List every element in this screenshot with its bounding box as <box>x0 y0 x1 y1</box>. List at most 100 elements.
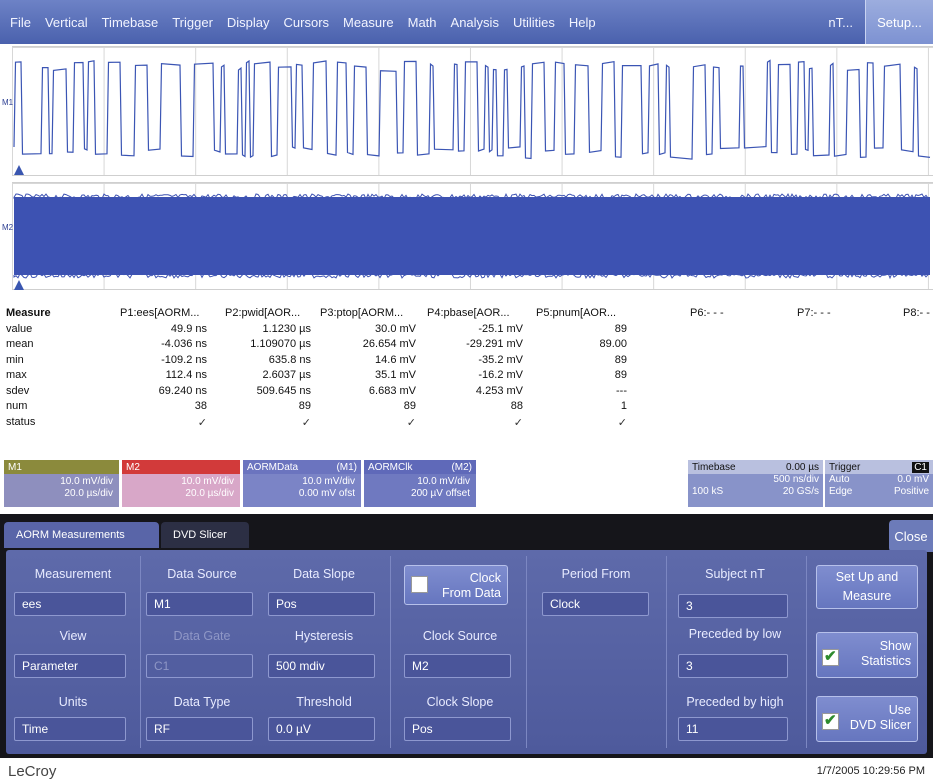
clock-source-label: Clock Source <box>422 629 498 643</box>
preceded-low-label: Preceded by low <box>688 627 782 641</box>
trigger-channel: C1 <box>912 461 929 473</box>
setup-measure-line2: Measure <box>842 589 892 603</box>
use-dvd-slicer-checkbox[interactable] <box>822 711 839 730</box>
preceded-low-field[interactable]: 3 <box>678 654 788 678</box>
data-type-field[interactable]: RF <box>146 717 253 741</box>
measure-cell: -29.291 mV <box>466 338 523 350</box>
descriptor-aorm-clk[interactable]: AORMClk (M2) 10.0 mV/div 200 µV offset <box>364 460 476 507</box>
param-p8-header[interactable]: P8:- - <box>903 307 930 319</box>
menu-timebase[interactable]: Timebase <box>95 15 166 30</box>
setup-and-measure-button[interactable]: Set Up and Measure <box>816 565 918 609</box>
measure-cell: 30.0 mV <box>375 322 416 335</box>
clock-from-data-line2: From Data <box>441 586 501 600</box>
clock-from-data-button[interactable]: Clock From Data <box>404 565 508 605</box>
setup-button[interactable]: Setup... <box>865 0 933 44</box>
tab-aorm-measurements[interactable]: AORM Measurements <box>4 522 159 548</box>
use-dvd-slicer-text: Use DVD Slicer <box>850 703 911 733</box>
clock-slope-label: Clock Slope <box>426 695 494 709</box>
view-field[interactable]: Parameter <box>14 654 126 678</box>
use-dvd-slicer-button[interactable]: Use DVD Slicer <box>816 696 918 742</box>
hysteresis-field[interactable]: 500 mdiv <box>268 654 375 678</box>
clock-source-field[interactable]: M2 <box>404 654 511 678</box>
descriptor-aorm-data[interactable]: AORMData (M1) 10.0 mV/div 0.00 mV ofst <box>243 460 361 507</box>
param-p3-header[interactable]: P3:ptop[AORM... <box>320 307 403 319</box>
measure-cell: 35.1 mV <box>375 369 416 381</box>
data-gate-field: C1 <box>146 654 253 678</box>
trigger-position-marker[interactable] <box>14 165 24 175</box>
descriptor-aorm-data-name: AORMData <box>247 461 299 473</box>
setup-measure-line1: Set Up and <box>835 570 899 584</box>
menu-trigger[interactable]: Trigger <box>165 15 220 30</box>
menu-analysis[interactable]: Analysis <box>444 15 506 30</box>
descriptor-m1-scale: 10.0 mV/div <box>60 476 113 487</box>
descriptor-aorm-clk-header: AORMClk (M2) <box>364 460 476 474</box>
trigger-row-mode: Auto 0.0 mV <box>825 474 933 486</box>
measure-cell: 1.109070 µs <box>250 338 311 350</box>
view-label: View <box>59 629 87 643</box>
menu-utilities[interactable]: Utilities <box>506 15 562 30</box>
param-p4-header[interactable]: P4:pbase[AOR... <box>427 307 510 319</box>
data-source-field[interactable]: M1 <box>146 592 253 616</box>
param-p5-header[interactable]: P5:pnum[AOR... <box>536 307 616 319</box>
period-from-field[interactable]: Clock <box>542 592 649 616</box>
descriptor-m1-time: 20.0 µs/div <box>64 488 113 499</box>
timebase-descriptor[interactable]: Timebase 0.00 µs 500 ns/div 100 kS 20 GS… <box>688 460 823 507</box>
measure-row-label: status <box>6 415 36 428</box>
tab-dvd-slicer[interactable]: DVD Slicer <box>161 522 249 548</box>
threshold-field[interactable]: 0.0 µV <box>268 717 375 741</box>
trigger-row-type: Edge Positive <box>825 486 933 498</box>
waveform-grid-clock[interactable] <box>12 182 933 290</box>
measure-cell: 6.683 mV <box>368 384 416 397</box>
param-p1-header[interactable]: P1:ees[AORM... <box>120 307 199 319</box>
show-statistics-button[interactable]: Show Statistics <box>816 632 918 678</box>
timebase-samples: 100 kS <box>692 486 724 497</box>
trigger-type: Edge <box>829 486 853 497</box>
clock-from-data-text: Clock From Data <box>442 571 501 601</box>
use-dvd-slicer-line2: DVD Slicer <box>849 718 911 732</box>
clock-slope-field[interactable]: Pos <box>404 717 511 741</box>
measure-header-row: Measure P1:ees[AORM... P2:pwid[AOR... P3… <box>0 307 933 323</box>
waveform-grid-data[interactable] <box>12 46 933 176</box>
menu-measure[interactable]: Measure <box>336 15 401 30</box>
clock-from-data-checkbox[interactable] <box>411 576 428 593</box>
preceded-high-field[interactable]: 11 <box>678 717 788 741</box>
data-slope-field[interactable]: Pos <box>268 592 375 616</box>
measure-cell: -25.1 mV <box>478 322 523 335</box>
status-bar: LeCroy 1/7/2005 10:29:56 PM <box>0 758 933 784</box>
menu-math[interactable]: Math <box>401 15 444 30</box>
divider-4 <box>666 556 667 748</box>
divider-3 <box>526 556 527 748</box>
measure-cell: 89 <box>614 369 627 381</box>
descriptor-m2[interactable]: M2 10.0 mV/div 20.0 µs/div <box>122 460 240 507</box>
descriptor-aorm-clk-name: AORMClk <box>368 461 413 473</box>
close-button[interactable]: Close <box>889 520 933 552</box>
show-statistics-checkbox[interactable] <box>822 647 839 666</box>
units-field[interactable]: Time <box>14 717 126 741</box>
menu-file[interactable]: File <box>0 15 38 30</box>
clock-waveform-band <box>14 197 930 275</box>
descriptor-m1[interactable]: M1 10.0 mV/div 20.0 µs/div <box>4 460 119 507</box>
menu-vertical[interactable]: Vertical <box>38 15 95 30</box>
trigger-mode: Auto <box>829 474 850 485</box>
date-time: 1/7/2005 10:29:56 PM <box>816 765 925 777</box>
trigger-slope: Positive <box>893 486 929 497</box>
data-waveform-path <box>13 59 931 160</box>
trace-label-m1[interactable]: M1 <box>2 98 13 107</box>
subject-nt-field[interactable]: 3 <box>678 594 788 618</box>
menu-help[interactable]: Help <box>562 15 603 30</box>
measurement-field[interactable]: ees <box>14 592 126 616</box>
descriptor-m1-body: 10.0 mV/div 20.0 µs/div <box>4 474 119 500</box>
menu-display[interactable]: Display <box>220 15 277 30</box>
trigger-position-marker-2[interactable] <box>14 280 24 290</box>
use-dvd-slicer-line1: Use <box>888 703 911 717</box>
menu-cursors[interactable]: Cursors <box>277 15 337 30</box>
data-waveform-trace <box>13 59 931 160</box>
param-p6-header[interactable]: P6:- - - <box>690 307 724 319</box>
trigger-descriptor[interactable]: Trigger C1 Auto 0.0 mV Edge Positive <box>825 460 933 507</box>
measure-cell: 89 <box>614 322 627 335</box>
param-p2-header[interactable]: P2:pwid[AOR... <box>225 307 300 319</box>
param-p7-header[interactable]: P7:- - - <box>797 307 831 319</box>
nt-button[interactable]: nT... <box>816 15 865 30</box>
trace-label-m2[interactable]: M2 <box>2 223 13 232</box>
measure-cell: --- <box>616 384 627 397</box>
